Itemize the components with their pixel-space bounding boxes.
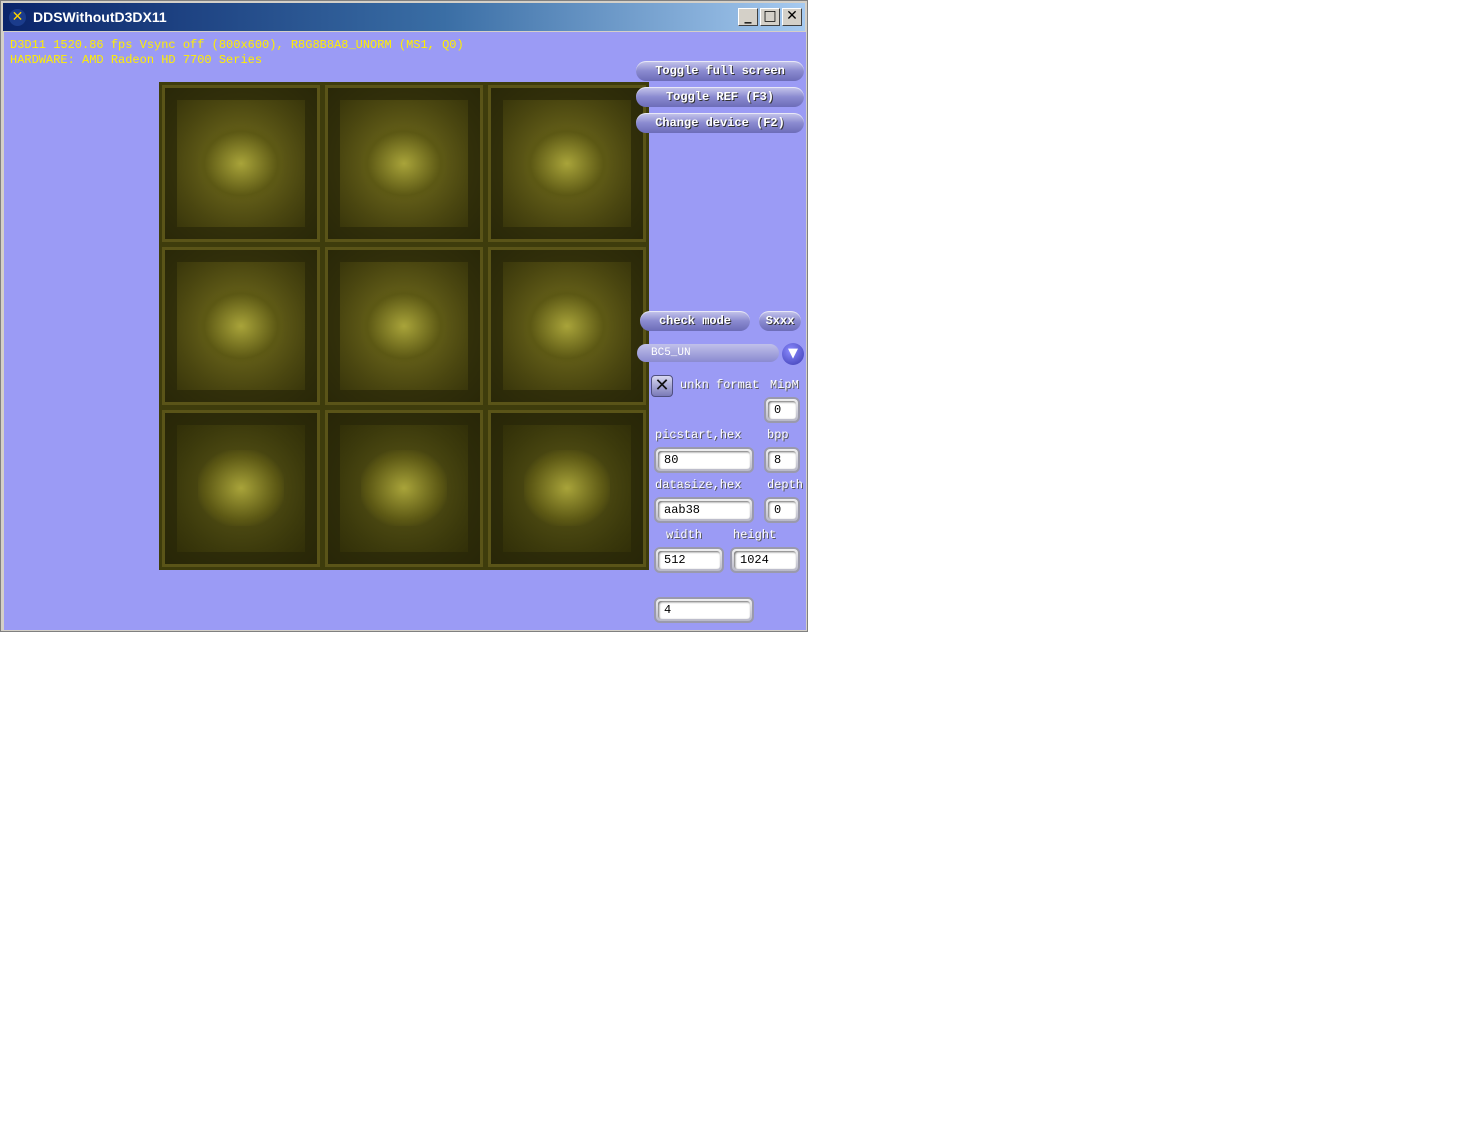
- height-value[interactable]: 1024: [734, 551, 796, 569]
- texture-tile: [162, 409, 320, 567]
- picstart-hex-value[interactable]: 80: [658, 451, 750, 469]
- title-bar[interactable]: ✕ DDSWithoutD3DX11 _ □ ✕: [3, 3, 805, 31]
- bpp-value[interactable]: 8: [768, 451, 796, 469]
- texture-tile: [325, 85, 483, 243]
- picstart-hex-field[interactable]: 80: [654, 447, 754, 473]
- texture-tile: [488, 247, 646, 405]
- format-select[interactable]: BC5_UN: [637, 344, 779, 362]
- stats-line-hardware: HARDWARE: AMD Radeon HD 7700 Series: [10, 53, 263, 67]
- texture-tile: [488, 409, 646, 567]
- texture-tile: [325, 409, 483, 567]
- width-label: width: [666, 528, 703, 542]
- check-mode-button[interactable]: check mode: [640, 311, 750, 331]
- maximize-button[interactable]: □: [760, 8, 780, 26]
- texture-tile: [325, 247, 483, 405]
- depth-field[interactable]: 0: [764, 497, 800, 523]
- texture-tile: [488, 85, 646, 243]
- change-device-button[interactable]: Change device (F2): [636, 113, 804, 133]
- datasize-hex-value[interactable]: aab38: [658, 501, 750, 519]
- picstart-hex-label: picstart,hex: [655, 428, 742, 442]
- mipm-label: MipM: [770, 378, 799, 392]
- datasize-hex-field[interactable]: aab38: [654, 497, 754, 523]
- bpp-label: bpp: [767, 428, 789, 442]
- extra-value[interactable]: 4: [658, 601, 750, 619]
- render-area[interactable]: D3D11 1520.86 fps Vsync off (800x600), R…: [4, 32, 806, 630]
- width-value[interactable]: 512: [658, 551, 720, 569]
- chevron-down-icon[interactable]: ▼: [782, 343, 804, 365]
- extra-field[interactable]: 4: [654, 597, 754, 623]
- sxxx-button[interactable]: Sxxx: [759, 311, 801, 331]
- texture-preview: [159, 82, 649, 570]
- close-button[interactable]: ✕: [782, 8, 802, 26]
- depth-label: depth: [767, 478, 804, 492]
- app-icon[interactable]: ✕: [9, 9, 26, 26]
- toggle-ref-button[interactable]: Toggle REF (F3): [636, 87, 804, 107]
- stats-overlay: D3D11 1520.86 fps Vsync off (800x600), R…: [10, 38, 464, 68]
- toggle-full-screen-button[interactable]: Toggle full screen: [636, 61, 804, 81]
- window-title: DDSWithoutD3DX11: [33, 9, 167, 25]
- height-label: height: [733, 528, 777, 542]
- minimize-button[interactable]: _: [738, 8, 758, 26]
- height-field[interactable]: 1024: [730, 547, 800, 573]
- unkn-format-label: unkn format: [680, 378, 760, 392]
- depth-value[interactable]: 0: [768, 501, 796, 519]
- texture-tile: [162, 247, 320, 405]
- app-window: ✕ DDSWithoutD3DX11 _ □ ✕ D3D11 1520.86 f…: [0, 0, 808, 632]
- mipm-field[interactable]: 0: [764, 397, 800, 423]
- mipm-value[interactable]: 0: [768, 401, 796, 419]
- stats-line-fps: D3D11 1520.86 fps Vsync off (800x600), R…: [10, 38, 464, 52]
- texture-tile: [162, 85, 320, 243]
- bpp-field[interactable]: 8: [764, 447, 800, 473]
- datasize-hex-label: datasize,hex: [655, 478, 742, 492]
- unkn-format-checkbox[interactable]: ✕: [651, 375, 673, 397]
- width-field[interactable]: 512: [654, 547, 724, 573]
